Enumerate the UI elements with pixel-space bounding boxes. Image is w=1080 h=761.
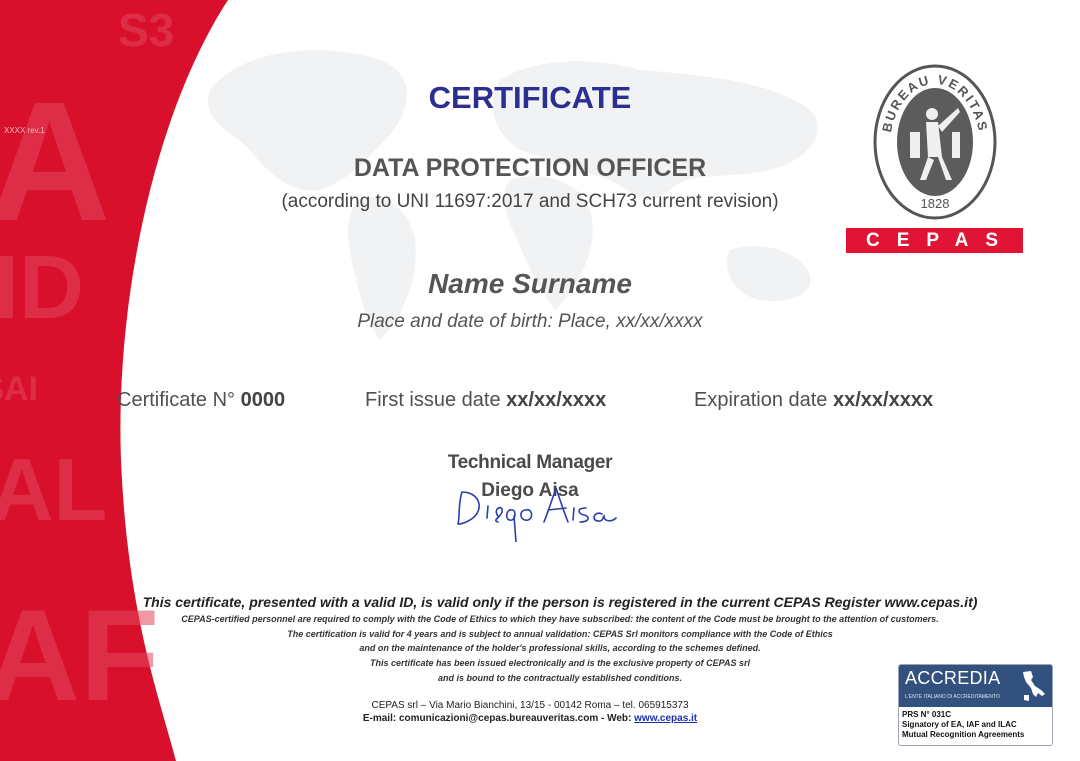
accredia-prs: PRS N° 031C <box>902 710 951 719</box>
holder-birth: Place and date of birth: Place, xx/xx/xx… <box>357 311 703 332</box>
svg-text:-SAI: -SAI <box>0 370 38 408</box>
accredia-subtitle: L'ENTE ITALIANO DI ACCREDITAMENTO <box>905 694 1000 700</box>
bv-logo-year: 1828 <box>921 196 950 211</box>
validity-period-text: The certification is valid for 4 years a… <box>287 629 833 639</box>
technical-manager-title: Technical Manager <box>447 452 613 473</box>
svg-text:ID: ID <box>0 238 84 338</box>
certificate-standard: (according to UNI 11697:2017 and SCH73 c… <box>281 191 779 212</box>
first-issue-label: First issue date <box>365 389 501 411</box>
company-address: CEPAS srl – Via Mario Bianchini, 13/15 -… <box>371 700 689 711</box>
world-map-watermark <box>208 50 818 340</box>
email-text: E-mail: comunicazioni@cepas.bureauverita… <box>362 713 635 724</box>
svg-text:S3: S3 <box>118 4 174 56</box>
cepas-logo: CEPAS <box>846 228 1023 253</box>
accredia-signatory-1: Signatory of EA, IAF and ILAC <box>902 720 1017 729</box>
certificate-number-value: 0000 <box>240 389 286 411</box>
holder-name: Name Surname <box>428 268 632 299</box>
certificate-page: S3 A ID -SAI AL AF XXXX rev.1 CERTIFICAT… <box>0 0 1080 761</box>
bureau-veritas-logo: BUREAU VERITAS 1828 <box>873 64 997 220</box>
company-contacts: E-mail: comunicazioni@cepas.bureauverita… <box>300 713 760 724</box>
ribbon-reference-text: XXXX rev.1 <box>4 126 45 135</box>
certificate-title: CERTIFICATE <box>428 80 632 115</box>
italy-map-icon <box>1023 671 1045 701</box>
handwritten-signature <box>457 487 617 542</box>
certificate-number: Certificate N° 0000 <box>117 389 285 412</box>
svg-text:A: A <box>0 67 111 257</box>
first-issue-date: First issue date xx/xx/xxxx <box>365 389 606 412</box>
expiration-value: xx/xx/xxxx <box>832 389 934 411</box>
validity-statement: This certificate, presented with a valid… <box>142 594 978 610</box>
code-of-ethics-text: CEPAS-certified personnel are required t… <box>181 614 939 624</box>
svg-text:AL: AL <box>0 440 107 539</box>
accredia-badge: ACCREDIA L'ENTE ITALIANO DI ACCREDITAMEN… <box>898 664 1053 746</box>
accredia-signatory-2: Mutual Recognition Agreements <box>902 730 1025 739</box>
accredia-name: ACCREDIA <box>905 668 1001 688</box>
expiration-label: Expiration date <box>694 389 828 411</box>
certificate-subtitle: DATA PROTECTION OFFICER <box>353 154 707 182</box>
skills-maintenance-text: and on the maintenance of the holder's p… <box>359 643 761 653</box>
first-issue-value: xx/xx/xxxx <box>506 389 607 411</box>
certificate-number-label: Certificate N° <box>117 389 236 411</box>
website-link[interactable]: www.cepas.it <box>634 713 697 724</box>
expiration-date: Expiration date xx/xx/xxxx <box>694 389 933 412</box>
